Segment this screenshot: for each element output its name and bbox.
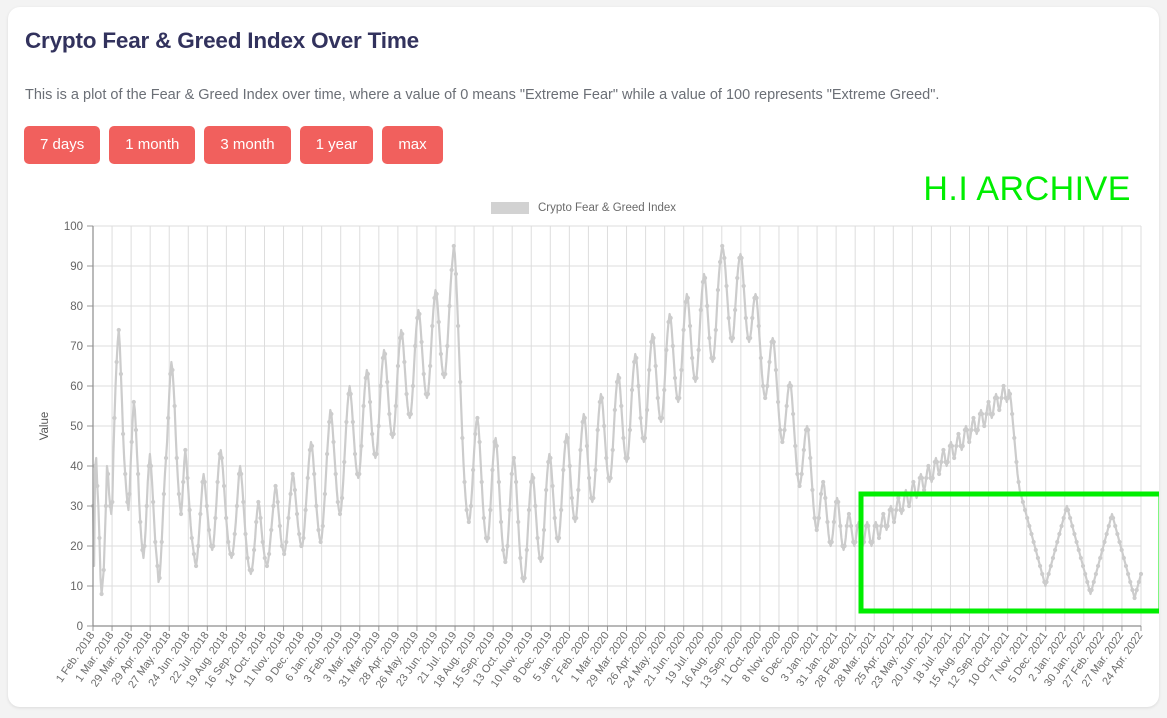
svg-text:60: 60	[70, 381, 83, 393]
svg-text:50: 50	[70, 421, 83, 433]
highlight-rectangle	[858, 491, 1159, 614]
svg-text:30: 30	[70, 501, 83, 513]
page-title: Crypto Fear & Greed Index Over Time	[25, 28, 419, 53]
y-axis: 0 10 20 30 40 50 60 70 80 90 100 Value	[39, 221, 94, 633]
svg-text:40: 40	[70, 461, 83, 473]
svg-text:80: 80	[70, 301, 83, 313]
svg-text:100: 100	[64, 221, 83, 233]
svg-text:70: 70	[70, 341, 83, 353]
range-3-month-button[interactable]: 3 month	[204, 126, 291, 164]
series-crypto-fear-greed-index	[90, 243, 1144, 601]
range-button-group: 7 days 1 month 3 month 1 year max	[24, 126, 443, 164]
svg-text:10: 10	[70, 581, 83, 593]
x-axis: 1 Feb. 20181 Mar. 201829 Mar. 201829 Apr…	[54, 625, 1145, 691]
range-7-days-button[interactable]: 7 days	[24, 126, 101, 164]
range-1-month-button[interactable]: 1 month	[109, 126, 196, 164]
fear-greed-line-chart[interactable]: 0 10 20 30 40 50 60 70 80 90 100 Value 1 Feb. 20181…	[8, 197, 1159, 697]
svg-text:20: 20	[70, 541, 83, 553]
svg-text:0: 0	[77, 621, 83, 633]
svg-text:90: 90	[70, 261, 83, 273]
chart-container: Crypto Fear & Greed Index 0 10 20 30 40 50 60 7…	[8, 197, 1159, 697]
range-1-year-button[interactable]: 1 year	[299, 126, 374, 164]
chart-card: Crypto Fear & Greed Index Over Time This…	[8, 7, 1159, 707]
range-max-button[interactable]: max	[382, 126, 443, 164]
svg-text:Value: Value	[39, 412, 51, 441]
page-description: This is a plot of the Fear & Greed Index…	[25, 87, 940, 103]
